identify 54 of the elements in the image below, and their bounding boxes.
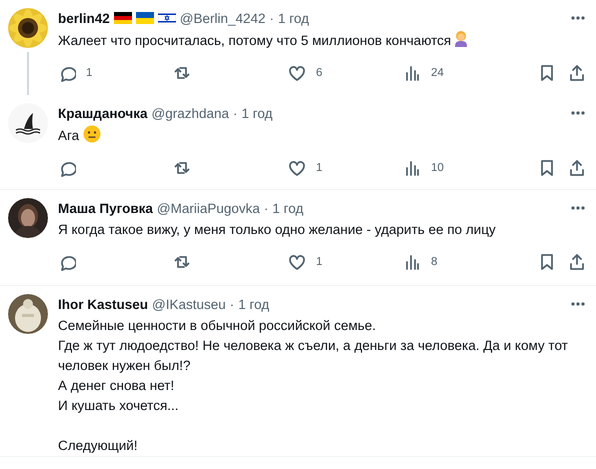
tweet-text: Семейные ценности в обычной российской семье. bbox=[58, 318, 376, 333]
more-icon[interactable] bbox=[570, 16, 586, 20]
separator-dot: · bbox=[264, 200, 268, 216]
retweet-icon[interactable] bbox=[173, 253, 191, 271]
heart-icon[interactable] bbox=[288, 64, 306, 82]
bookmark-icon[interactable] bbox=[538, 159, 556, 177]
user-handle[interactable]: @MariiaPugovka bbox=[156, 200, 260, 216]
user-name[interactable]: Крашданочка bbox=[58, 106, 148, 120]
share-icon[interactable] bbox=[568, 64, 586, 82]
bar-chart-icon[interactable] bbox=[403, 64, 421, 82]
like-count: 1 bbox=[316, 256, 322, 268]
more-icon[interactable] bbox=[570, 111, 586, 115]
user-handle[interactable]: @Berlin_4242 bbox=[180, 10, 266, 26]
user-name[interactable]: Маша Пуговка bbox=[58, 200, 153, 216]
share-icon[interactable] bbox=[568, 159, 586, 177]
thread-line bbox=[27, 52, 29, 95]
tweet-text: А денег снова нет! bbox=[58, 378, 174, 393]
tweet-text: Где ж тут людоедство! Не человека ж съели, а деньги за человека. Да и кому тот человек нужен был!? bbox=[58, 338, 568, 373]
tweet-text: И кушать хочется... bbox=[58, 398, 179, 413]
view-count: 10 bbox=[431, 162, 444, 174]
tweet-text: Я когда такое вижу, у меня только одно желание - ударить ее по лицу bbox=[58, 222, 496, 237]
bookmark-icon[interactable] bbox=[538, 253, 556, 271]
like-count: 6 bbox=[316, 67, 322, 79]
timestamp[interactable]: 1 год bbox=[278, 10, 310, 26]
share-icon[interactable] bbox=[568, 253, 586, 271]
separator-dot: · bbox=[270, 10, 274, 26]
view-count: 8 bbox=[431, 256, 438, 268]
tweet-text: Жалеет что просчиталась, потому что 5 миллионов кончаются bbox=[58, 33, 452, 48]
bookmark-icon[interactable] bbox=[538, 64, 556, 82]
bar-chart-icon[interactable] bbox=[403, 159, 421, 177]
timestamp[interactable]: 1 год bbox=[272, 200, 304, 216]
heart-icon[interactable] bbox=[288, 159, 306, 177]
separator-dot: · bbox=[233, 106, 238, 120]
retweet-icon[interactable] bbox=[173, 64, 191, 82]
user-handle[interactable]: @grazhdana bbox=[152, 106, 230, 120]
view-count: 24 bbox=[431, 67, 444, 79]
more-icon[interactable] bbox=[570, 206, 586, 210]
tweet-text: Следующий! bbox=[58, 438, 138, 453]
separator-dot: · bbox=[230, 296, 234, 312]
bar-chart-icon[interactable] bbox=[403, 253, 421, 271]
user-name[interactable]: berlin42 bbox=[58, 10, 110, 26]
user-handle[interactable]: @IKastuseu bbox=[152, 296, 226, 312]
reply-icon[interactable] bbox=[58, 253, 76, 271]
reply-icon[interactable] bbox=[58, 64, 76, 82]
reply-count: 1 bbox=[86, 67, 92, 79]
user-name[interactable]: Ihor Kastuseu bbox=[58, 296, 148, 312]
retweet-icon[interactable] bbox=[173, 159, 191, 177]
tweet-text: Ага bbox=[58, 128, 80, 143]
timestamp[interactable]: 1 год bbox=[238, 296, 270, 312]
heart-icon[interactable] bbox=[288, 253, 306, 271]
timestamp[interactable]: 1 год bbox=[242, 106, 272, 120]
reply-icon[interactable] bbox=[58, 159, 76, 177]
more-icon[interactable] bbox=[570, 302, 586, 306]
like-count: 1 bbox=[316, 162, 322, 174]
